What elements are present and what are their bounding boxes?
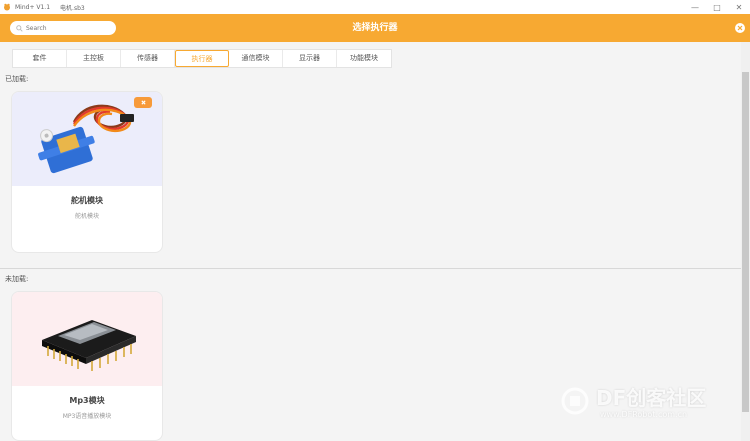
tab-actuator[interactable]: 执行器 [175, 50, 229, 67]
minimize-button[interactable]: — [684, 0, 706, 14]
tab-kit[interactable]: 套件 [13, 50, 67, 67]
dfrobot-logo-icon [561, 387, 589, 415]
mp3-module-image [42, 320, 136, 371]
tab-function[interactable]: 功能模块 [337, 50, 391, 67]
card-subtitle: MP3语音播放模块 [62, 413, 112, 420]
file-name: 电机.sb3 [60, 4, 85, 12]
watermark-url: www.DFRobot.com.cn [600, 410, 688, 419]
tab-sensor[interactable]: 传感器 [121, 50, 175, 67]
section-divider [0, 268, 741, 269]
watermark: DF创客社区 www.DFRobot.com.cn [560, 382, 740, 432]
header-bar: 选择执行器 [0, 14, 750, 42]
window-titlebar: Mind+ V1.1 电机.sb3 — □ ✕ [0, 0, 750, 15]
tab-display[interactable]: 显示器 [283, 50, 337, 67]
loaded-section-label: 已加载: [5, 75, 29, 83]
card-mp3[interactable]: Mp3模块 MP3语音播放模块 [11, 291, 163, 441]
unloaded-section-label: 未加载: [5, 275, 29, 283]
scrollbar-thumb[interactable] [742, 72, 749, 412]
close-window-button[interactable]: ✕ [728, 0, 750, 14]
window-controls: — □ ✕ [684, 0, 750, 14]
remove-button[interactable] [134, 97, 152, 108]
tab-communication[interactable]: 通信模块 [229, 50, 283, 67]
card-image [12, 292, 162, 386]
search-icon [16, 24, 23, 32]
vertical-scrollbar[interactable] [741, 42, 750, 441]
card-title: 舵机模块 [71, 196, 103, 205]
card-title: Mp3模块 [69, 396, 105, 405]
close-dialog-button[interactable] [735, 23, 745, 33]
tab-mainboard[interactable]: 主控板 [67, 50, 121, 67]
card-servo[interactable]: 舵机模块 舵机模块 [11, 91, 163, 253]
maximize-button[interactable]: □ [706, 0, 728, 14]
watermark-title: DF创客社区 [596, 386, 707, 410]
card-image [12, 92, 162, 186]
category-tabs: 套件 主控板 传感器 执行器 通信模块 显示器 功能模块 [12, 49, 392, 68]
app-title: Mind+ V1.1 [15, 3, 51, 11]
search-box[interactable] [10, 21, 116, 35]
app-icon [4, 3, 10, 11]
close-icon [737, 25, 743, 31]
close-icon [140, 100, 146, 105]
search-input[interactable] [26, 24, 106, 32]
card-subtitle: 舵机模块 [74, 213, 99, 220]
